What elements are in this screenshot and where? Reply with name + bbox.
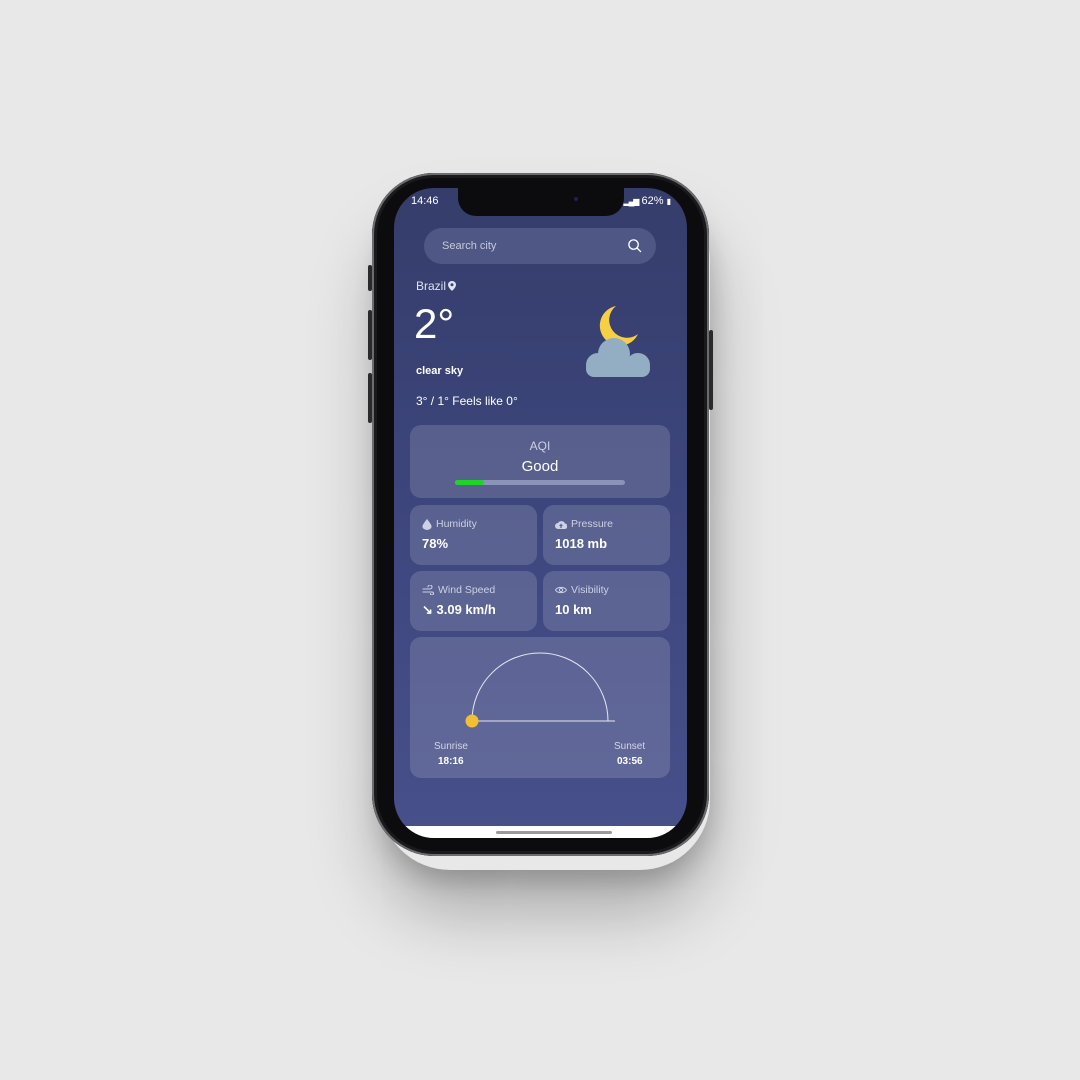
- current-temperature: 2°: [414, 300, 455, 347]
- pressure-card: Pressure 1018 mb: [543, 505, 670, 565]
- wind-label-row: Wind Speed: [422, 584, 495, 596]
- sun-path-card: Sunrise 18:16 Sunset 03:56: [410, 637, 670, 778]
- volume-up-button: [368, 310, 372, 360]
- aqi-bar: [455, 480, 625, 485]
- notch: [458, 188, 624, 216]
- status-time: 14:46: [411, 195, 439, 207]
- wind-icon: [422, 585, 434, 595]
- visibility-value: 10 km: [555, 602, 592, 617]
- humidity-card: Humidity 78%: [410, 505, 537, 565]
- visibility-label-row: Visibility: [555, 584, 609, 596]
- aqi-bar-fill: [455, 480, 484, 485]
- battery-percent: 62%: [641, 195, 664, 207]
- cloud-upload-icon: [555, 520, 567, 529]
- aqi-value: Good: [521, 458, 559, 475]
- sunrise-time: 18:16: [438, 756, 464, 767]
- wind-card: Wind Speed ↘ 3.09 km/h: [410, 571, 537, 631]
- sunset-time: 03:56: [617, 756, 643, 767]
- location-name: Brazil: [416, 279, 447, 293]
- sun-path-graph: [465, 652, 615, 728]
- aqi-card: AQI Good: [410, 425, 670, 498]
- location-pin-icon: [448, 281, 457, 291]
- search-input[interactable]: Search city: [424, 228, 656, 264]
- sun-arc: [471, 652, 609, 722]
- sun-position-dot: [465, 714, 479, 728]
- droplet-icon: [422, 518, 432, 530]
- battery-icon: ▮: [666, 197, 671, 206]
- location-label[interactable]: Brazil: [416, 279, 457, 293]
- aqi-label: AQI: [529, 439, 551, 453]
- wind-label: Wind Speed: [438, 584, 496, 596]
- signal-icon: ▂▄▆: [623, 197, 639, 206]
- sunrise-label: Sunrise: [434, 741, 468, 752]
- pressure-label-row: Pressure: [555, 518, 613, 530]
- search-icon[interactable]: [627, 238, 642, 253]
- pressure-value: 1018 mb: [555, 536, 608, 551]
- home-indicator[interactable]: [496, 831, 612, 834]
- eye-icon: [555, 586, 567, 594]
- min-max-feels-like: 3° / 1° Feels like 0°: [416, 394, 518, 408]
- power-button: [709, 330, 713, 410]
- front-camera: [574, 197, 578, 201]
- weather-description: clear sky: [416, 365, 464, 377]
- humidity-value: 78%: [422, 536, 449, 551]
- visibility-card: Visibility 10 km: [543, 571, 670, 631]
- status-battery: ▂▄▆ 62% ▮: [623, 195, 671, 207]
- humidity-label: Humidity: [436, 518, 477, 530]
- visibility-label: Visibility: [571, 584, 609, 596]
- volume-down-button: [368, 373, 372, 423]
- pressure-label: Pressure: [571, 518, 614, 530]
- wind-value: ↘ 3.09 km/h: [422, 602, 496, 617]
- mute-switch: [368, 265, 372, 291]
- humidity-label-row: Humidity: [422, 518, 477, 530]
- search-placeholder: Search city: [442, 240, 497, 252]
- moon-cloud-icon: [586, 306, 650, 377]
- app-screen: 14:46 ▂▄▆ 62% ▮ Search city Brazil 2° cl…: [394, 188, 687, 838]
- sunset-label: Sunset: [614, 741, 646, 752]
